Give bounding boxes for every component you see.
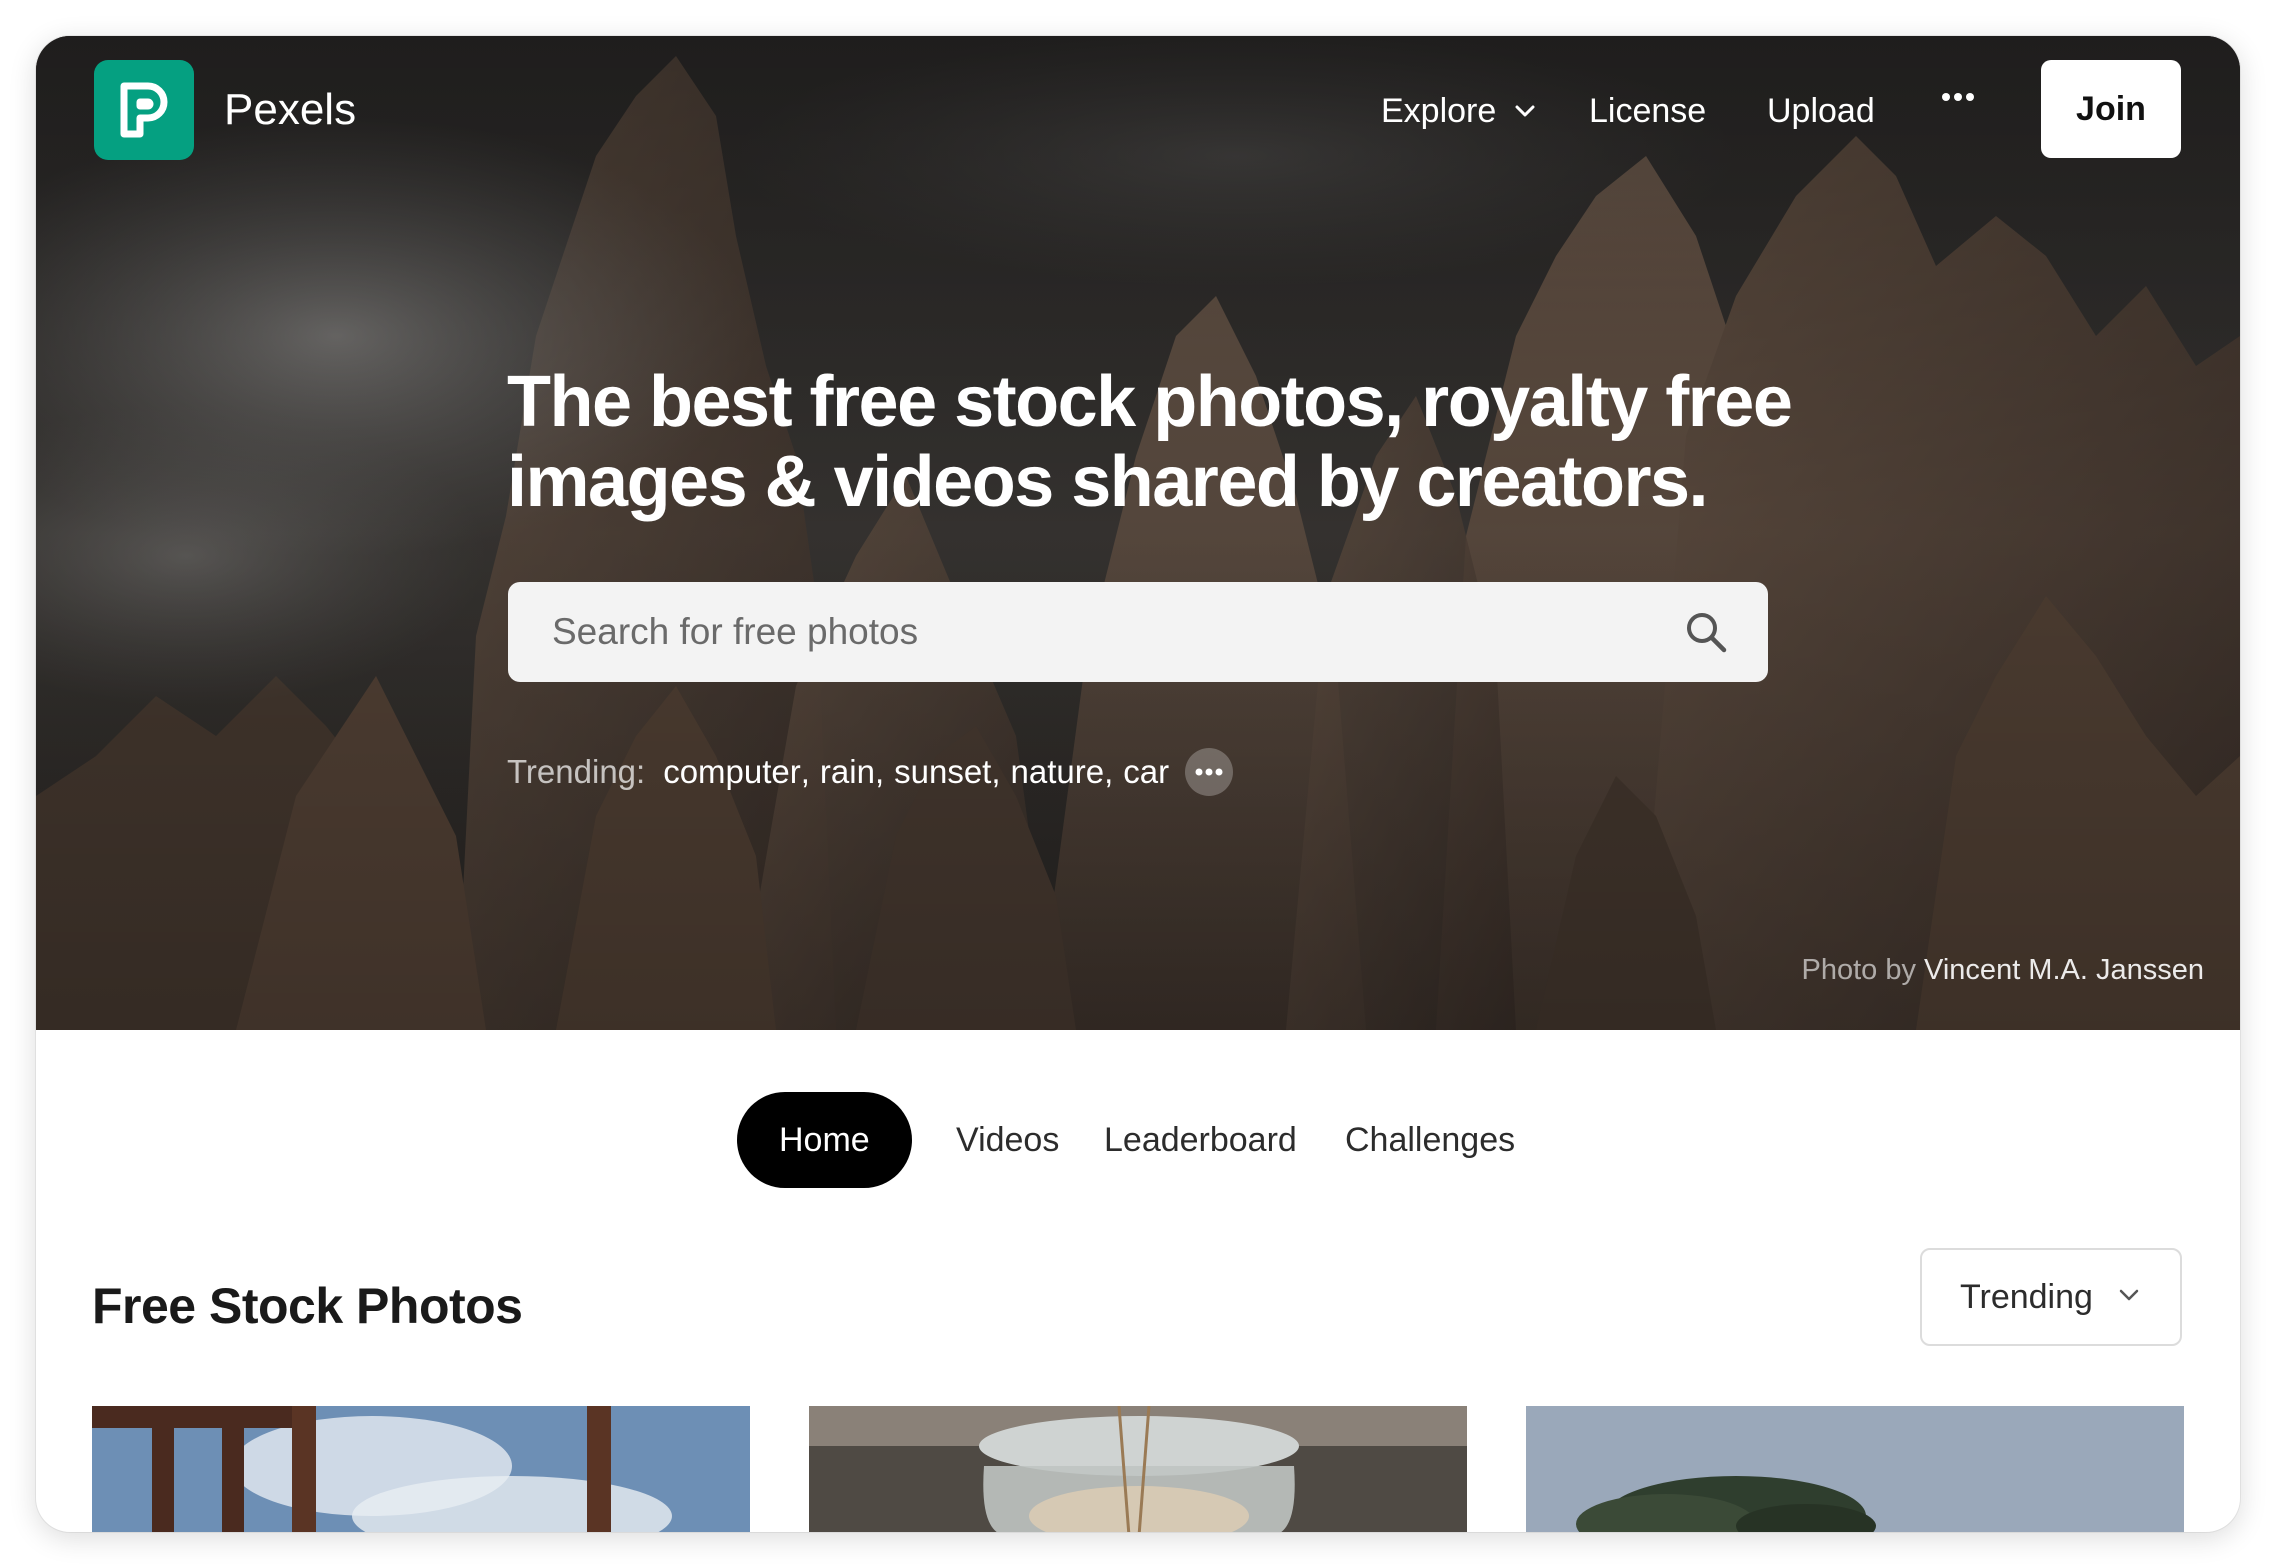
browser-window: Pexels Explore License Upload Join The b… bbox=[36, 36, 2240, 1532]
nav-upload-link[interactable]: Upload bbox=[1767, 90, 1875, 132]
nav-more-button[interactable] bbox=[1941, 92, 1975, 102]
trending-label: Trending: bbox=[507, 753, 646, 790]
trending-term[interactable]: sunset bbox=[894, 751, 991, 793]
nav-explore-label: Explore bbox=[1381, 92, 1497, 130]
chevron-down-icon bbox=[1515, 105, 1535, 117]
pexels-logo-icon[interactable] bbox=[94, 60, 194, 160]
photo-card[interactable] bbox=[1526, 1406, 2184, 1532]
nav-license-link[interactable]: License bbox=[1589, 90, 1706, 132]
trending-term[interactable]: rain bbox=[820, 751, 875, 793]
join-button[interactable]: Join bbox=[2041, 60, 2181, 158]
tab-videos[interactable]: Videos bbox=[956, 1092, 1059, 1188]
trending-term[interactable]: computer bbox=[663, 751, 801, 793]
section-title: Free Stock Photos bbox=[92, 1278, 523, 1334]
sort-selected-value: Trending bbox=[1960, 1277, 2093, 1316]
top-navigation: Pexels Explore License Upload Join bbox=[36, 36, 2240, 196]
trending-separator: , bbox=[874, 753, 885, 790]
trending-separator: , bbox=[991, 753, 1001, 790]
trending-term[interactable]: nature bbox=[1011, 751, 1105, 793]
section-tabs: Home Videos Leaderboard Challenges bbox=[36, 1092, 2240, 1192]
trending-separator: , bbox=[1104, 753, 1114, 790]
trending-more-button[interactable] bbox=[1185, 748, 1234, 796]
nav-explore-menu[interactable]: Explore bbox=[1381, 90, 1536, 132]
search-input[interactable] bbox=[508, 582, 1768, 682]
tab-challenges[interactable]: Challenges bbox=[1345, 1092, 1515, 1188]
sort-dropdown[interactable]: Trending bbox=[1920, 1248, 2182, 1346]
photo-credit: Photo by Vincent M.A. Janssen bbox=[1802, 952, 2205, 988]
trending-term[interactable]: car bbox=[1123, 751, 1169, 793]
trending-separator: , bbox=[800, 753, 810, 790]
photo-thumbnail bbox=[92, 1406, 750, 1532]
search-icon[interactable] bbox=[1684, 610, 1728, 654]
photo-card[interactable] bbox=[809, 1406, 1467, 1532]
photo-thumbnail bbox=[809, 1406, 1467, 1532]
more-dots-icon bbox=[1942, 93, 1974, 101]
photo-thumbnail bbox=[1526, 1406, 2184, 1532]
brand-name[interactable]: Pexels bbox=[224, 84, 356, 136]
photo-card[interactable] bbox=[92, 1406, 750, 1532]
trending-searches: Trending: computer, rain, sunset, nature… bbox=[507, 748, 1234, 796]
more-dots-icon bbox=[1195, 768, 1223, 776]
tab-leaderboard[interactable]: Leaderboard bbox=[1104, 1092, 1297, 1188]
tab-home[interactable]: Home bbox=[737, 1092, 912, 1188]
credit-author-link[interactable]: Vincent M.A. Janssen bbox=[1924, 954, 2204, 986]
hero-headline: The best free stock photos, royalty free… bbox=[507, 362, 1793, 522]
chevron-down-icon bbox=[2119, 1289, 2139, 1301]
search-bar bbox=[508, 582, 1768, 682]
credit-prefix: Photo by bbox=[1801, 954, 1916, 986]
hero-banner: Pexels Explore License Upload Join The b… bbox=[36, 36, 2240, 1030]
